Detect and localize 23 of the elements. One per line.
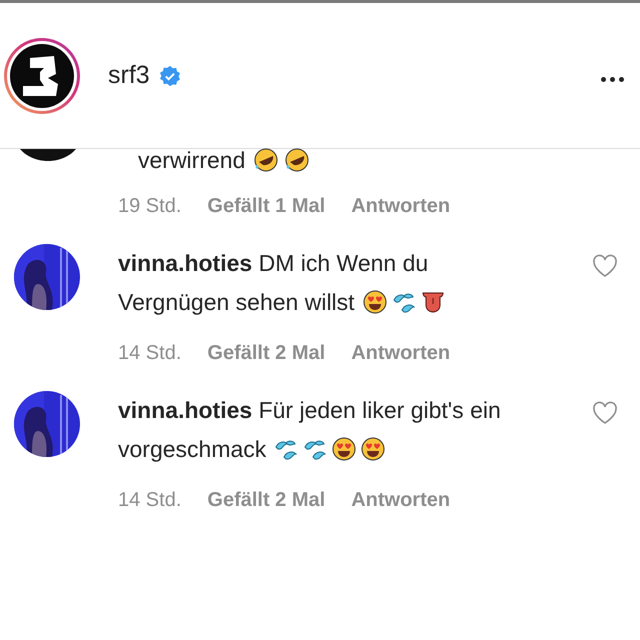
avatar-icon <box>20 149 76 161</box>
reply-link[interactable]: Antworten <box>351 195 450 218</box>
likes-count-link[interactable]: Gefällt 2 Mal <box>207 489 326 512</box>
logo-icon <box>10 44 74 108</box>
heart-eyes-emoji-icon <box>361 437 386 461</box>
laughing-face-icon <box>284 148 310 172</box>
comment-text: vinna.hoties DM ich Wenn du Vergnügen sehen willst <box>118 244 533 322</box>
laughing-face-icon <box>253 148 280 172</box>
comment-time: 14 Std. <box>118 489 182 512</box>
reply-link[interactable]: Antworten <box>351 489 450 512</box>
heart-eyes-emoji-icon <box>332 437 356 461</box>
comment-time: 19 Std. <box>118 195 182 218</box>
like-heart-icon[interactable] <box>592 401 618 425</box>
tongue-icon <box>420 290 445 314</box>
heart-eyes-emoji-icon <box>362 290 387 314</box>
comment-text: vinna.hoties Für jeden liker gibt's ein vorgeschmack <box>118 396 502 464</box>
comment-time: 14 Std. <box>118 342 182 365</box>
likes-count-link[interactable]: Gefällt 1 Mal <box>207 195 326 218</box>
likes-count-link[interactable]: Gefällt 2 Mal <box>207 342 326 365</box>
account-name[interactable]: srf3 <box>108 61 150 90</box>
reply-link[interactable]: Antworten <box>351 342 450 365</box>
comment-text: verwirrend <box>114 145 553 175</box>
like-heart-icon[interactable] <box>592 254 618 278</box>
